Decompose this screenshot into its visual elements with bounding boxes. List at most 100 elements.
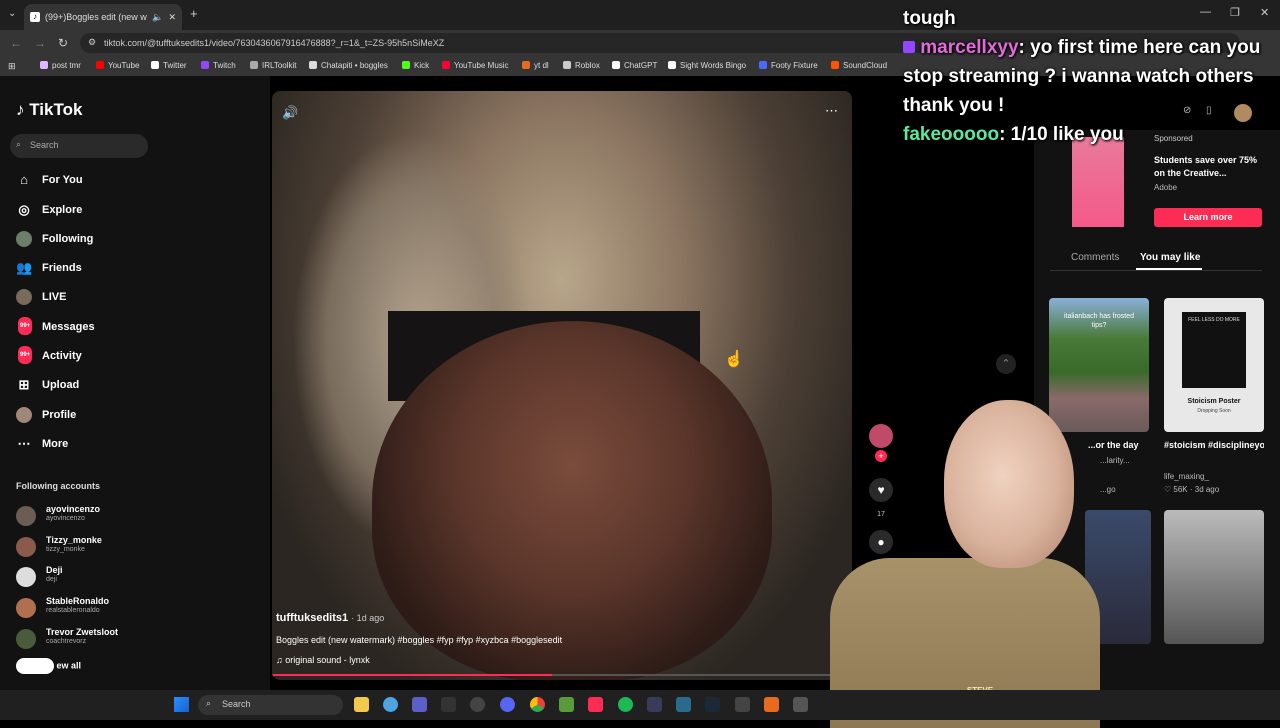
nav-friends[interactable]: 👥 Friends xyxy=(16,257,216,279)
activity-badge: 99+ xyxy=(18,346,33,364)
app-icon[interactable] xyxy=(647,697,662,712)
video-sound[interactable]: ♫ original sound - lynxk xyxy=(276,655,370,665)
app-icon[interactable] xyxy=(735,697,750,712)
nav-more[interactable]: ⋯ More xyxy=(16,433,216,455)
video-author[interactable]: tufftuksedits1 · 1d ago xyxy=(276,612,384,624)
account-name: StableRonaldo xyxy=(46,596,110,606)
video-progress-bar[interactable] xyxy=(272,674,832,676)
account-handle: realstableronaldo xyxy=(46,607,100,614)
scroll-up-icon[interactable]: ⌃ xyxy=(996,354,1016,374)
account-name: Tizzy_monke xyxy=(46,535,102,545)
bookmark-item[interactable]: IRLToolkit xyxy=(250,61,297,70)
account-item[interactable]: ayovincenzo ayovincenzo xyxy=(16,502,216,526)
app-icon[interactable] xyxy=(793,697,808,712)
tiktok-logo[interactable]: ♪ TikTok xyxy=(16,100,82,120)
reload-icon[interactable]: ↻ xyxy=(58,36,68,50)
bookmark-item[interactable]: YouTube Music xyxy=(442,61,509,70)
bookmark-item[interactable]: Sight Words Bingo xyxy=(668,61,746,70)
account-item[interactable]: Tizzy_monke tizzy_monke xyxy=(16,533,216,557)
thumb-meta: ...go xyxy=(1100,485,1116,494)
bookmark-item[interactable]: SoundCloud xyxy=(831,61,887,70)
thumb-author: life_maxing_ xyxy=(1164,472,1209,481)
messages-icon: ✉99+ xyxy=(16,317,33,335)
davinci-icon[interactable] xyxy=(676,697,691,712)
obs-icon[interactable] xyxy=(470,697,485,712)
chat-username: fakeooooo xyxy=(903,124,1000,145)
epic-games-icon[interactable] xyxy=(441,697,456,712)
nav-label: Friends xyxy=(42,262,82,274)
teams-icon[interactable] xyxy=(412,697,427,712)
nav-upload[interactable]: ⊞ Upload xyxy=(16,374,216,396)
site-info-icon[interactable]: ⚙ xyxy=(88,37,96,48)
bookmark-item[interactable]: post tmr xyxy=(40,61,81,70)
spotify-icon[interactable] xyxy=(618,697,633,712)
search-input[interactable]: ⌕ Search xyxy=(10,134,148,158)
copilot-icon[interactable] xyxy=(383,697,398,712)
bookmark-item[interactable]: ChatGPT xyxy=(612,61,657,70)
ad-image[interactable] xyxy=(1072,137,1124,227)
bookmark-label: yt dl xyxy=(534,61,549,70)
tiktok-app-icon[interactable] xyxy=(588,697,603,712)
account-item[interactable]: Deji deji xyxy=(16,563,216,587)
bookmark-item[interactable]: Chatapiti • boggles xyxy=(309,61,388,70)
url-text: tiktok.com/@tufftuksedits1/video/7630436… xyxy=(104,38,445,48)
nav-messages[interactable]: ✉99+ Messages xyxy=(16,316,216,338)
account-item[interactable]: StableRonaldo realstableronaldo xyxy=(16,594,216,618)
bookmark-item[interactable]: Kick xyxy=(402,61,429,70)
bookmark-label: IRLToolkit xyxy=(262,61,297,70)
thumb-caption[interactable]: #stoicism #disciplineyours... xyxy=(1164,440,1264,450)
see-all-link[interactable]: ew all xyxy=(16,658,81,674)
video-thumbnail[interactable] xyxy=(1164,510,1264,644)
nav-explore[interactable]: ◎ Explore xyxy=(16,199,216,221)
panel-divider xyxy=(1050,270,1262,271)
steam-icon[interactable] xyxy=(705,697,720,712)
chrome-icon[interactable] xyxy=(530,697,545,712)
app-icon[interactable] xyxy=(764,697,779,712)
thumbnail-text: italianbach has frosted tips? xyxy=(1063,313,1135,329)
bookmark-item[interactable]: Footy Fixture xyxy=(759,61,818,70)
discord-icon[interactable] xyxy=(500,697,515,712)
account-handle: coachtrevorz xyxy=(46,638,87,645)
back-icon[interactable]: ← xyxy=(10,36,22,50)
bookmark-item[interactable]: Twitter xyxy=(151,61,187,70)
taskbar-search[interactable]: ⌕ Search xyxy=(198,695,343,715)
tab-search-chevron-icon[interactable]: ⌄ xyxy=(8,8,16,19)
account-handle: deji xyxy=(46,576,57,583)
tab-audio-icon[interactable]: 🔈 xyxy=(152,12,163,23)
forward-icon[interactable]: → xyxy=(34,36,46,50)
bookmark-item[interactable]: yt dl xyxy=(522,61,549,70)
bookmark-item[interactable]: Roblox xyxy=(563,61,600,70)
file-explorer-icon[interactable] xyxy=(354,697,369,712)
ad-title: Students save over 75% on the Creative..… xyxy=(1154,155,1258,178)
bookmark-label: YouTube xyxy=(108,61,140,70)
search-icon: ⌕ xyxy=(16,139,22,149)
apps-grid-icon[interactable]: ⊞ xyxy=(8,61,16,72)
live-avatar-icon xyxy=(16,289,32,305)
video-thumbnail[interactable]: FEEL LESS DO MORE Stoicism Poster Droppi… xyxy=(1164,298,1264,432)
nav-live[interactable]: LIVE xyxy=(16,286,216,308)
tab-you-may-like[interactable]: You may like xyxy=(1140,252,1200,263)
account-item[interactable]: Trevor Zwetsloot coachtrevorz xyxy=(16,625,216,649)
bookmark-item[interactable]: YouTube xyxy=(96,61,139,70)
bookmark-label: Twitter xyxy=(163,61,187,70)
nav-following[interactable]: Following xyxy=(16,228,216,250)
volume-icon[interactable]: 🔊 xyxy=(282,105,298,121)
nav-activity[interactable]: ♡99+ Activity xyxy=(16,345,216,367)
windows-taskbar: ⌕ Search xyxy=(0,690,1280,720)
browser-tab[interactable]: ♪ (99+)Boggles edit (new wat 🔈 ✕ xyxy=(24,4,182,30)
tab-close-icon[interactable]: ✕ xyxy=(168,12,176,23)
webcam-face xyxy=(944,400,1074,568)
new-tab-icon[interactable]: + xyxy=(190,6,198,21)
thumbnail-text: Stoicism Poster xyxy=(1187,398,1241,405)
bookmark-item[interactable]: Twitch xyxy=(201,61,236,70)
more-options-icon[interactable]: ⋯ xyxy=(825,103,838,119)
tab-comments[interactable]: Comments xyxy=(1071,252,1119,263)
nav-for-you[interactable]: ⌂ For You xyxy=(16,169,216,191)
nav-profile[interactable]: Profile xyxy=(16,404,216,426)
learn-more-button[interactable]: Learn more xyxy=(1154,208,1262,227)
minecraft-icon[interactable] xyxy=(559,697,574,712)
start-button-icon[interactable] xyxy=(174,697,189,712)
thumbnail-text: Dropping Soon xyxy=(1197,408,1231,414)
bookmark-label: Roblox xyxy=(575,61,600,70)
video-player[interactable]: 🔊 ⋯ ☝ tufftuksedits1 · 1d ago Boggles ed… xyxy=(272,91,852,680)
